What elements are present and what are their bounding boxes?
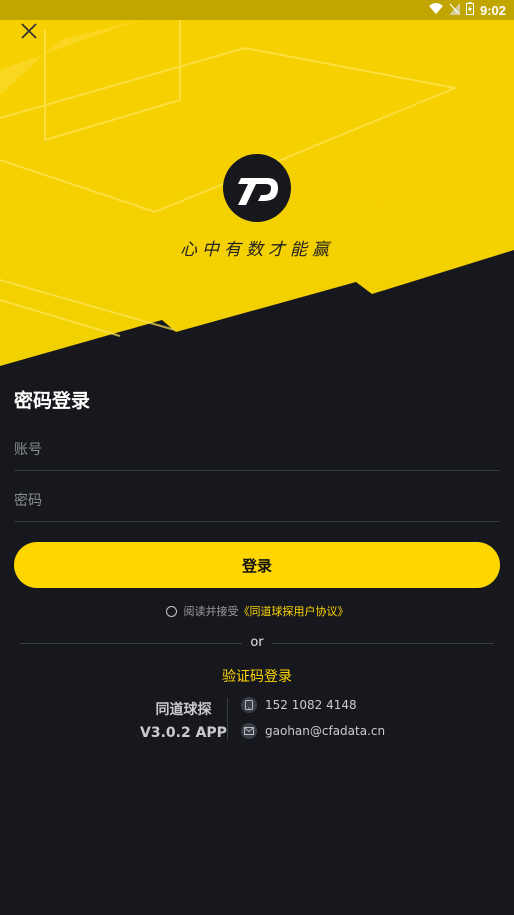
agreement-prefix: 阅读并接受 — [183, 605, 239, 618]
agreement-row: 阅读并接受 《同道球探用户协议》 — [0, 603, 514, 619]
signal-off-icon — [448, 2, 460, 18]
hero-banner: 9:02 心中有数才能赢 — [0, 0, 514, 370]
mail-icon — [241, 723, 257, 739]
wifi-icon — [428, 3, 443, 17]
app-version: V3.0.2 APP — [140, 725, 227, 741]
clock: 9:02 — [479, 2, 506, 18]
agreement-radio[interactable] — [165, 605, 177, 617]
app-info: 同道球探 V3.0.2 APP — [140, 699, 227, 745]
email-address: gaohan@cfadata.cn — [265, 724, 386, 738]
close-icon — [21, 23, 37, 39]
app-name: 同道球探 — [155, 702, 212, 718]
battery-icon — [465, 2, 474, 18]
page-title: 密码登录 — [14, 390, 91, 412]
agreement-link[interactable]: 《同道球探用户协议》 — [239, 603, 349, 619]
info-separator — [227, 698, 228, 740]
password-input[interactable] — [14, 481, 500, 521]
app-logo — [222, 153, 292, 223]
password-field[interactable] — [14, 481, 500, 522]
contact-phone: 152 1082 4148 — [241, 697, 357, 713]
login-button[interactable]: 登录 — [14, 542, 500, 588]
close-button[interactable] — [16, 18, 42, 44]
sms-login-link[interactable]: 验证码登录 — [0, 666, 514, 686]
phone-icon — [241, 697, 257, 713]
account-field[interactable] — [14, 430, 500, 471]
phone-number: 152 1082 4148 — [265, 698, 357, 712]
slogan: 心中有数才能赢 — [180, 240, 334, 260]
divider-text: or — [250, 635, 264, 650]
login-page: 9:02 心中有数才能赢 密码登录 登录 阅读并接受 《同道球探用户协议》 — [0, 0, 514, 915]
status-bar: 9:02 — [0, 0, 514, 20]
contact-email: gaohan@cfadata.cn — [241, 723, 385, 739]
account-input[interactable] — [14, 430, 500, 470]
